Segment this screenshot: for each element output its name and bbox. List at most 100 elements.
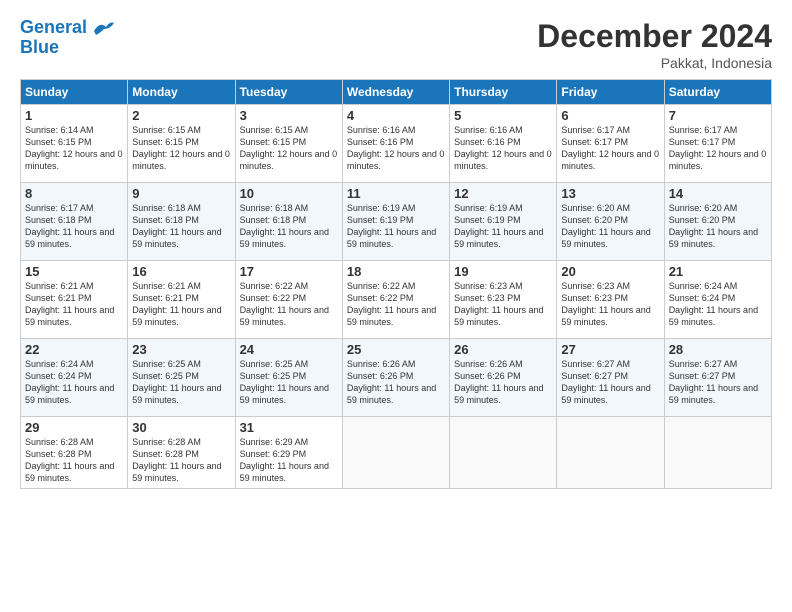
calendar-cell: 6 Sunrise: 6:17 AMSunset: 6:17 PMDayligh… <box>557 105 664 183</box>
location: Pakkat, Indonesia <box>537 55 772 71</box>
day-number: 11 <box>347 186 445 201</box>
calendar-cell: 12 Sunrise: 6:19 AMSunset: 6:19 PMDaylig… <box>450 183 557 261</box>
logo-blue: Blue <box>20 37 59 57</box>
day-info: Sunrise: 6:16 AMSunset: 6:16 PMDaylight:… <box>347 125 445 171</box>
header: General Blue December 2024 Pakkat, Indon… <box>20 18 772 71</box>
calendar-week-4: 22 Sunrise: 6:24 AMSunset: 6:24 PMDaylig… <box>21 339 772 417</box>
weekday-header-monday: Monday <box>128 80 235 105</box>
day-info: Sunrise: 6:24 AMSunset: 6:24 PMDaylight:… <box>25 359 114 405</box>
calendar-cell: 23 Sunrise: 6:25 AMSunset: 6:25 PMDaylig… <box>128 339 235 417</box>
day-number: 14 <box>669 186 767 201</box>
day-number: 16 <box>132 264 230 279</box>
calendar-cell <box>664 417 771 489</box>
day-info: Sunrise: 6:19 AMSunset: 6:19 PMDaylight:… <box>454 203 543 249</box>
weekday-header-tuesday: Tuesday <box>235 80 342 105</box>
day-info: Sunrise: 6:28 AMSunset: 6:28 PMDaylight:… <box>132 437 221 483</box>
calendar-cell: 15 Sunrise: 6:21 AMSunset: 6:21 PMDaylig… <box>21 261 128 339</box>
day-info: Sunrise: 6:25 AMSunset: 6:25 PMDaylight:… <box>132 359 221 405</box>
logo-general: General <box>20 17 87 37</box>
calendar-cell <box>342 417 449 489</box>
calendar-cell: 29 Sunrise: 6:28 AMSunset: 6:28 PMDaylig… <box>21 417 128 489</box>
day-number: 28 <box>669 342 767 357</box>
day-info: Sunrise: 6:22 AMSunset: 6:22 PMDaylight:… <box>347 281 436 327</box>
calendar-cell: 13 Sunrise: 6:20 AMSunset: 6:20 PMDaylig… <box>557 183 664 261</box>
calendar-cell: 9 Sunrise: 6:18 AMSunset: 6:18 PMDayligh… <box>128 183 235 261</box>
day-info: Sunrise: 6:21 AMSunset: 6:21 PMDaylight:… <box>25 281 114 327</box>
day-number: 5 <box>454 108 552 123</box>
day-info: Sunrise: 6:19 AMSunset: 6:19 PMDaylight:… <box>347 203 436 249</box>
calendar-cell <box>450 417 557 489</box>
calendar-cell: 4 Sunrise: 6:16 AMSunset: 6:16 PMDayligh… <box>342 105 449 183</box>
day-number: 1 <box>25 108 123 123</box>
calendar-cell: 30 Sunrise: 6:28 AMSunset: 6:28 PMDaylig… <box>128 417 235 489</box>
calendar-cell: 19 Sunrise: 6:23 AMSunset: 6:23 PMDaylig… <box>450 261 557 339</box>
calendar-cell: 11 Sunrise: 6:19 AMSunset: 6:19 PMDaylig… <box>342 183 449 261</box>
day-number: 25 <box>347 342 445 357</box>
calendar-cell: 17 Sunrise: 6:22 AMSunset: 6:22 PMDaylig… <box>235 261 342 339</box>
day-info: Sunrise: 6:23 AMSunset: 6:23 PMDaylight:… <box>454 281 543 327</box>
day-info: Sunrise: 6:15 AMSunset: 6:15 PMDaylight:… <box>240 125 338 171</box>
day-number: 20 <box>561 264 659 279</box>
weekday-header-thursday: Thursday <box>450 80 557 105</box>
day-info: Sunrise: 6:29 AMSunset: 6:29 PMDaylight:… <box>240 437 329 483</box>
calendar-cell: 28 Sunrise: 6:27 AMSunset: 6:27 PMDaylig… <box>664 339 771 417</box>
day-info: Sunrise: 6:15 AMSunset: 6:15 PMDaylight:… <box>132 125 230 171</box>
calendar-cell <box>557 417 664 489</box>
day-info: Sunrise: 6:25 AMSunset: 6:25 PMDaylight:… <box>240 359 329 405</box>
weekday-header-sunday: Sunday <box>21 80 128 105</box>
calendar-header-row: SundayMondayTuesdayWednesdayThursdayFrid… <box>21 80 772 105</box>
day-info: Sunrise: 6:23 AMSunset: 6:23 PMDaylight:… <box>561 281 650 327</box>
day-number: 21 <box>669 264 767 279</box>
day-info: Sunrise: 6:20 AMSunset: 6:20 PMDaylight:… <box>669 203 758 249</box>
calendar-cell: 16 Sunrise: 6:21 AMSunset: 6:21 PMDaylig… <box>128 261 235 339</box>
day-number: 9 <box>132 186 230 201</box>
day-number: 22 <box>25 342 123 357</box>
day-number: 24 <box>240 342 338 357</box>
logo-bird-icon <box>92 19 116 37</box>
calendar-cell: 8 Sunrise: 6:17 AMSunset: 6:18 PMDayligh… <box>21 183 128 261</box>
day-info: Sunrise: 6:26 AMSunset: 6:26 PMDaylight:… <box>454 359 543 405</box>
day-number: 27 <box>561 342 659 357</box>
day-info: Sunrise: 6:27 AMSunset: 6:27 PMDaylight:… <box>669 359 758 405</box>
day-info: Sunrise: 6:17 AMSunset: 6:17 PMDaylight:… <box>669 125 767 171</box>
month-title: December 2024 <box>537 18 772 55</box>
calendar-week-1: 1 Sunrise: 6:14 AMSunset: 6:15 PMDayligh… <box>21 105 772 183</box>
day-info: Sunrise: 6:17 AMSunset: 6:18 PMDaylight:… <box>25 203 114 249</box>
day-number: 19 <box>454 264 552 279</box>
day-number: 6 <box>561 108 659 123</box>
weekday-header-friday: Friday <box>557 80 664 105</box>
calendar-cell: 1 Sunrise: 6:14 AMSunset: 6:15 PMDayligh… <box>21 105 128 183</box>
calendar-cell: 20 Sunrise: 6:23 AMSunset: 6:23 PMDaylig… <box>557 261 664 339</box>
calendar-cell: 27 Sunrise: 6:27 AMSunset: 6:27 PMDaylig… <box>557 339 664 417</box>
day-info: Sunrise: 6:16 AMSunset: 6:16 PMDaylight:… <box>454 125 552 171</box>
day-number: 15 <box>25 264 123 279</box>
day-number: 23 <box>132 342 230 357</box>
calendar-cell: 10 Sunrise: 6:18 AMSunset: 6:18 PMDaylig… <box>235 183 342 261</box>
calendar-cell: 31 Sunrise: 6:29 AMSunset: 6:29 PMDaylig… <box>235 417 342 489</box>
day-number: 29 <box>25 420 123 435</box>
calendar-cell: 25 Sunrise: 6:26 AMSunset: 6:26 PMDaylig… <box>342 339 449 417</box>
title-area: December 2024 Pakkat, Indonesia <box>537 18 772 71</box>
day-info: Sunrise: 6:18 AMSunset: 6:18 PMDaylight:… <box>240 203 329 249</box>
calendar-cell: 5 Sunrise: 6:16 AMSunset: 6:16 PMDayligh… <box>450 105 557 183</box>
calendar-cell: 22 Sunrise: 6:24 AMSunset: 6:24 PMDaylig… <box>21 339 128 417</box>
day-info: Sunrise: 6:20 AMSunset: 6:20 PMDaylight:… <box>561 203 650 249</box>
calendar-week-2: 8 Sunrise: 6:17 AMSunset: 6:18 PMDayligh… <box>21 183 772 261</box>
calendar-cell: 3 Sunrise: 6:15 AMSunset: 6:15 PMDayligh… <box>235 105 342 183</box>
weekday-header-saturday: Saturday <box>664 80 771 105</box>
day-info: Sunrise: 6:26 AMSunset: 6:26 PMDaylight:… <box>347 359 436 405</box>
calendar-week-5: 29 Sunrise: 6:28 AMSunset: 6:28 PMDaylig… <box>21 417 772 489</box>
day-number: 3 <box>240 108 338 123</box>
day-info: Sunrise: 6:17 AMSunset: 6:17 PMDaylight:… <box>561 125 659 171</box>
day-info: Sunrise: 6:28 AMSunset: 6:28 PMDaylight:… <box>25 437 114 483</box>
logo-area: General Blue <box>20 18 116 58</box>
day-number: 13 <box>561 186 659 201</box>
calendar-cell: 18 Sunrise: 6:22 AMSunset: 6:22 PMDaylig… <box>342 261 449 339</box>
page: General Blue December 2024 Pakkat, Indon… <box>0 0 792 612</box>
day-number: 12 <box>454 186 552 201</box>
calendar-table: SundayMondayTuesdayWednesdayThursdayFrid… <box>20 79 772 489</box>
calendar-cell: 14 Sunrise: 6:20 AMSunset: 6:20 PMDaylig… <box>664 183 771 261</box>
calendar-cell: 2 Sunrise: 6:15 AMSunset: 6:15 PMDayligh… <box>128 105 235 183</box>
day-number: 30 <box>132 420 230 435</box>
day-info: Sunrise: 6:18 AMSunset: 6:18 PMDaylight:… <box>132 203 221 249</box>
